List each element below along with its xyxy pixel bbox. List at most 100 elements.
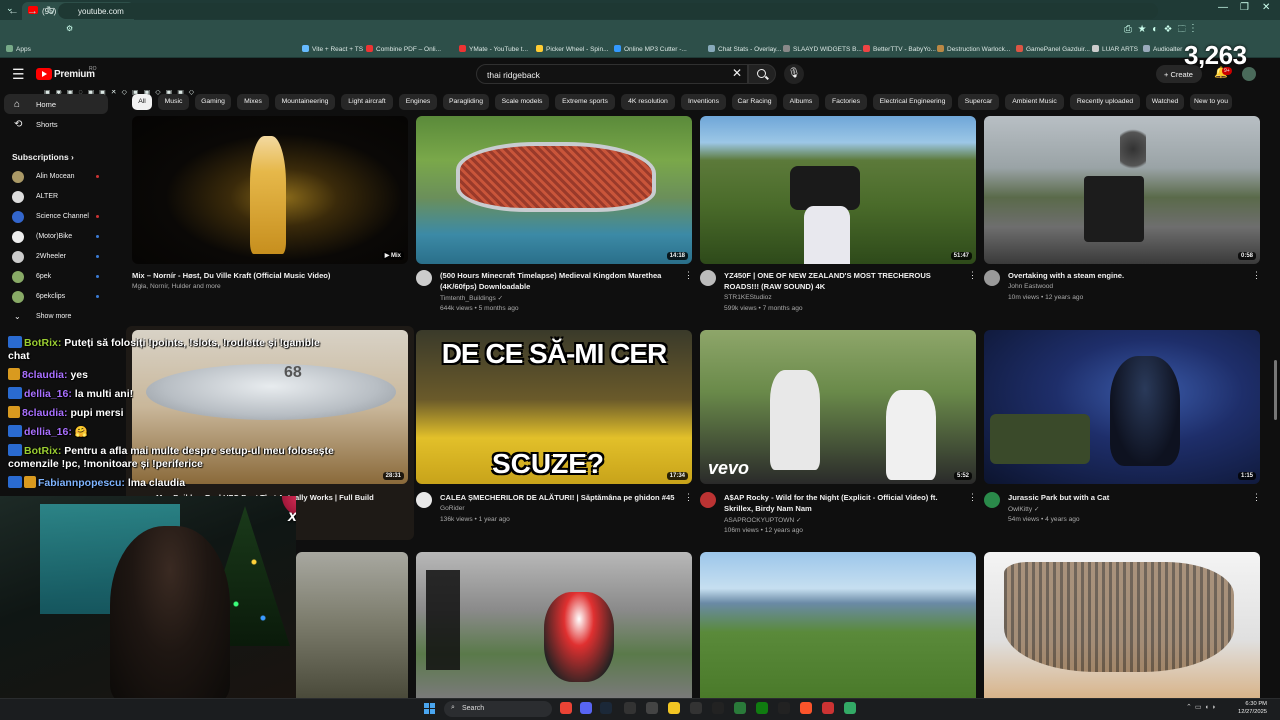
chip[interactable]: 4K resolution xyxy=(621,94,675,110)
video-thumbnail[interactable]: DE CE SĂ-MI CER SCUZE? 17:34 xyxy=(416,330,692,484)
video-thumbnail[interactable] xyxy=(416,552,692,698)
channel-avatar[interactable] xyxy=(416,270,432,286)
discord-icon[interactable] xyxy=(580,702,592,714)
subscription-item[interactable]: ALTER xyxy=(4,188,112,206)
steam-icon[interactable] xyxy=(600,702,612,714)
more-actions-icon[interactable]: ⋮ xyxy=(1252,270,1261,281)
navigation-buttons[interactable]: ←→↻ xyxy=(8,4,63,17)
chip[interactable]: New to you xyxy=(1190,94,1232,110)
video-channel[interactable]: STR1KEStudioz xyxy=(724,294,772,301)
video-title[interactable]: CALEA ȘMECHERILOR DE ALĂTURI! | Săptămân… xyxy=(440,492,680,503)
app-icon[interactable] xyxy=(844,702,856,714)
video-thumbnail[interactable] xyxy=(700,552,976,698)
app-icon[interactable] xyxy=(646,702,658,714)
video-title[interactable]: YZ450F | ONE OF NEW ZEALAND'S MOST TRECH… xyxy=(724,270,964,292)
video-title[interactable]: (500 Hours Minecraft Timelapse) Medieval… xyxy=(440,270,680,292)
chip[interactable]: Recently uploaded xyxy=(1070,94,1140,110)
subscriptions-heading[interactable]: Subscriptions › xyxy=(12,152,74,162)
channel-avatar[interactable] xyxy=(700,492,716,508)
subscription-item[interactable]: (Motor)Bike xyxy=(4,228,112,246)
taskbar-search[interactable]: ⌕ Search xyxy=(444,701,552,717)
chip[interactable]: Electrical Engineering xyxy=(873,94,952,110)
sidebar-item-home[interactable]: ⌂ Home xyxy=(4,94,108,114)
file-explorer-icon[interactable] xyxy=(668,702,680,714)
video-thumbnail[interactable]: vevo 5:52 xyxy=(700,330,976,484)
site-info-icon[interactable]: ⚙ xyxy=(66,24,73,33)
bookmark-mp3-cutter[interactable]: Online MP3 Cutter -... xyxy=(614,45,687,53)
chip[interactable]: Engines xyxy=(399,94,437,110)
extension-icons[interactable]: ⎙★◐❖⬚⋮ xyxy=(1124,24,1200,35)
subscription-item[interactable]: 2Wheeler xyxy=(4,248,112,266)
video-thumbnail[interactable] xyxy=(984,552,1260,698)
app-icon[interactable] xyxy=(734,702,746,714)
subscription-item[interactable]: Alin Mocean xyxy=(4,168,112,186)
chip[interactable]: Paragliding xyxy=(443,94,489,110)
chip[interactable]: Inventions xyxy=(681,94,726,110)
chip[interactable]: Mixes xyxy=(237,94,269,110)
video-title[interactable]: Mix – Nornír - Høst, Du Ville Kraft (Off… xyxy=(132,270,386,281)
app-icon[interactable] xyxy=(624,702,636,714)
channel-avatar[interactable] xyxy=(700,270,716,286)
bookmark-betterttv[interactable]: BetterTTV - BabyYo... xyxy=(863,45,936,53)
bookmark-combine-pdf[interactable]: Combine PDF – Onli... xyxy=(366,45,441,53)
chip[interactable]: Music xyxy=(158,94,189,110)
search-input[interactable]: thai ridgeback xyxy=(476,64,748,84)
scrollbar-thumb[interactable] xyxy=(1274,360,1277,420)
video-thumbnail[interactable]: 1:15 xyxy=(984,330,1260,484)
chip[interactable]: Scale models xyxy=(495,94,549,110)
more-actions-icon[interactable]: ⋮ xyxy=(684,492,693,503)
taskbar-clock[interactable]: 6:30 PM 12/27/2025 xyxy=(1238,700,1267,716)
chip[interactable]: Watched xyxy=(1146,94,1184,110)
bookmark-luar-arts[interactable]: LUAR ARTS xyxy=(1092,45,1138,53)
more-actions-icon[interactable]: ⋮ xyxy=(968,492,977,503)
video-thumbnail[interactable]: 51:47 xyxy=(700,116,976,264)
system-tray-icons[interactable]: ⌃▭◖◗ xyxy=(1186,703,1219,711)
subscription-item[interactable]: Science Channel xyxy=(4,208,112,226)
video-thumbnail[interactable]: 0:58 xyxy=(984,116,1260,264)
bookmark-destruction-warlock[interactable]: Destruction Warlock... xyxy=(937,45,1010,53)
chip[interactable]: Factories xyxy=(825,94,867,110)
search-button[interactable] xyxy=(748,64,776,84)
video-channel[interactable]: OwlKitty ✓ xyxy=(1008,505,1040,513)
video-channel[interactable]: John Eastwood xyxy=(1008,283,1053,290)
app-icon[interactable] xyxy=(822,702,834,714)
video-channel[interactable]: ASAPROCKYUPTOWN ✓ xyxy=(724,516,802,524)
video-title[interactable]: Jurassic Park but with a Cat xyxy=(1008,492,1248,503)
chip-all[interactable]: All xyxy=(132,94,152,110)
subscription-item[interactable]: 6pekclips xyxy=(4,288,112,306)
bookmark-slaayd[interactable]: SLAAYD WIDGETS B... xyxy=(783,45,862,53)
chrome-icon[interactable] xyxy=(560,702,572,714)
video-thumbnail[interactable]: ▶ Mix xyxy=(132,116,408,264)
app-icon[interactable] xyxy=(690,702,702,714)
minimize-icon[interactable]: — xyxy=(1218,2,1228,13)
bookmark-ymate[interactable]: YMate - YouTube t... xyxy=(459,45,528,53)
windows-start-icon[interactable] xyxy=(424,703,435,714)
video-thumbnail[interactable] xyxy=(296,552,408,698)
video-channel[interactable]: GoRider xyxy=(440,505,465,512)
bookmark-apps[interactable]: Apps xyxy=(6,45,31,53)
more-actions-icon[interactable]: ⋮ xyxy=(1252,492,1261,503)
video-thumbnail[interactable]: 14:18 xyxy=(416,116,692,264)
app-icon[interactable] xyxy=(712,702,724,714)
chip[interactable]: Car Racing xyxy=(732,94,777,110)
more-actions-icon[interactable]: ⋮ xyxy=(968,270,977,281)
show-more-button[interactable]: ⌄ Show more xyxy=(4,308,112,326)
chip[interactable]: Extreme sports xyxy=(555,94,615,110)
bookmark-vite[interactable]: Vite + React + TS xyxy=(302,45,363,53)
chip[interactable]: Albums xyxy=(783,94,819,110)
menu-icon[interactable]: ☰ xyxy=(12,66,25,83)
channel-avatar[interactable] xyxy=(416,492,432,508)
app-icon[interactable] xyxy=(778,702,790,714)
more-actions-icon[interactable]: ⋮ xyxy=(684,270,693,281)
chip[interactable]: Light aircraft xyxy=(341,94,393,110)
maximize-icon[interactable]: ❐ xyxy=(1240,2,1249,13)
subscription-item[interactable]: 6pek xyxy=(4,268,112,286)
video-title[interactable]: A$AP Rocky - Wild for the Night (Explici… xyxy=(724,492,964,514)
bookmark-gamepanel[interactable]: GamePanel Gazduir... xyxy=(1016,45,1090,53)
chip[interactable]: Ambient Music xyxy=(1005,94,1064,110)
url-field[interactable]: youtube.com xyxy=(58,3,1158,19)
clear-search-icon[interactable]: ✕ xyxy=(732,66,742,80)
chip[interactable]: Gaming xyxy=(195,94,231,110)
bookmark-audioalter[interactable]: Audioalter xyxy=(1143,45,1182,53)
channel-avatar[interactable] xyxy=(984,492,1000,508)
